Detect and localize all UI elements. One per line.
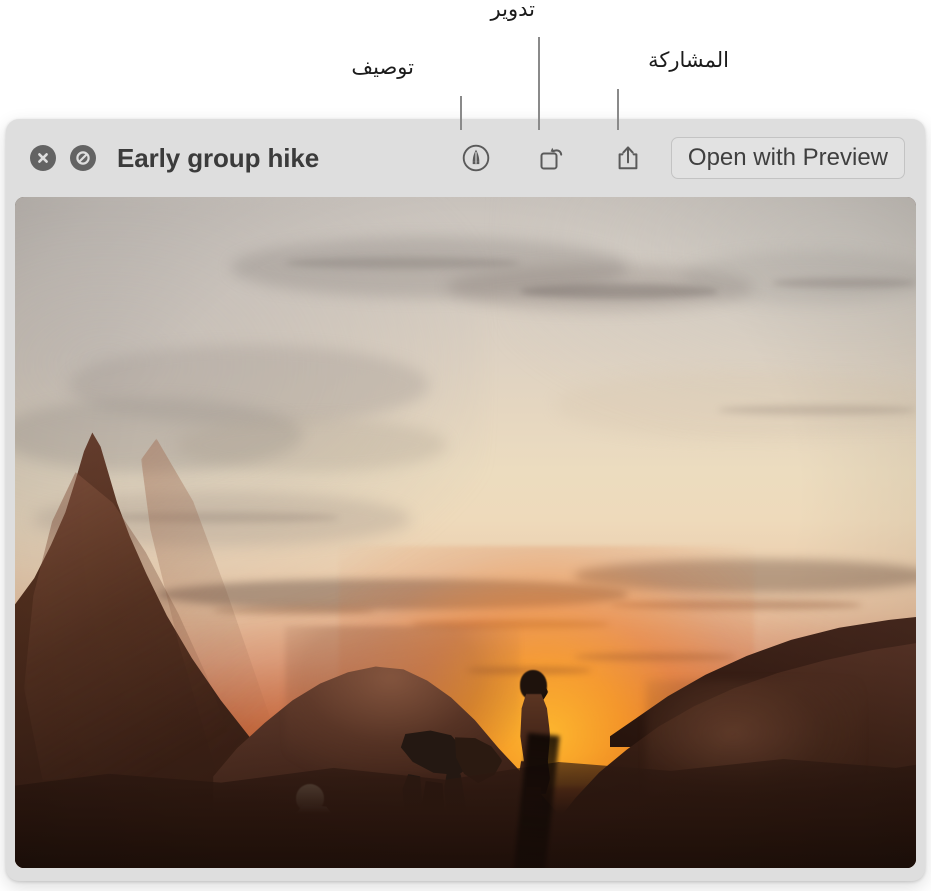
callout-label-share: المشاركة xyxy=(648,48,729,72)
markup-button[interactable] xyxy=(459,141,493,175)
callout-label-markup: توصيف xyxy=(351,55,414,79)
quick-look-window: Early group hike Open with Preview xyxy=(6,119,925,881)
cloud-streak xyxy=(717,405,916,416)
preview-photo xyxy=(15,197,916,868)
callout-label-rotate: تدوير xyxy=(490,0,535,21)
window-toolbar: Early group hike Open with Preview xyxy=(6,119,925,197)
rotate-button[interactable] xyxy=(535,141,569,175)
cloud-streak xyxy=(771,277,916,289)
rotate-icon xyxy=(540,147,563,170)
window-controls xyxy=(30,145,96,171)
callout-line-rotate xyxy=(538,37,540,130)
cloud-streak xyxy=(519,284,718,299)
close-button[interactable] xyxy=(30,145,56,171)
toolbar-actions xyxy=(459,141,645,175)
page-title: Early group hike xyxy=(117,142,320,173)
close-icon xyxy=(38,153,48,163)
share-button[interactable] xyxy=(611,141,645,175)
open-with-preview-button[interactable]: Open with Preview xyxy=(670,137,905,179)
markup-pen-icon xyxy=(462,144,490,172)
preview-image-frame[interactable] xyxy=(15,197,916,868)
cloud-band xyxy=(177,418,448,473)
no-entry-slash-icon xyxy=(76,151,90,165)
mute-button[interactable] xyxy=(70,145,96,171)
share-icon xyxy=(618,146,638,170)
